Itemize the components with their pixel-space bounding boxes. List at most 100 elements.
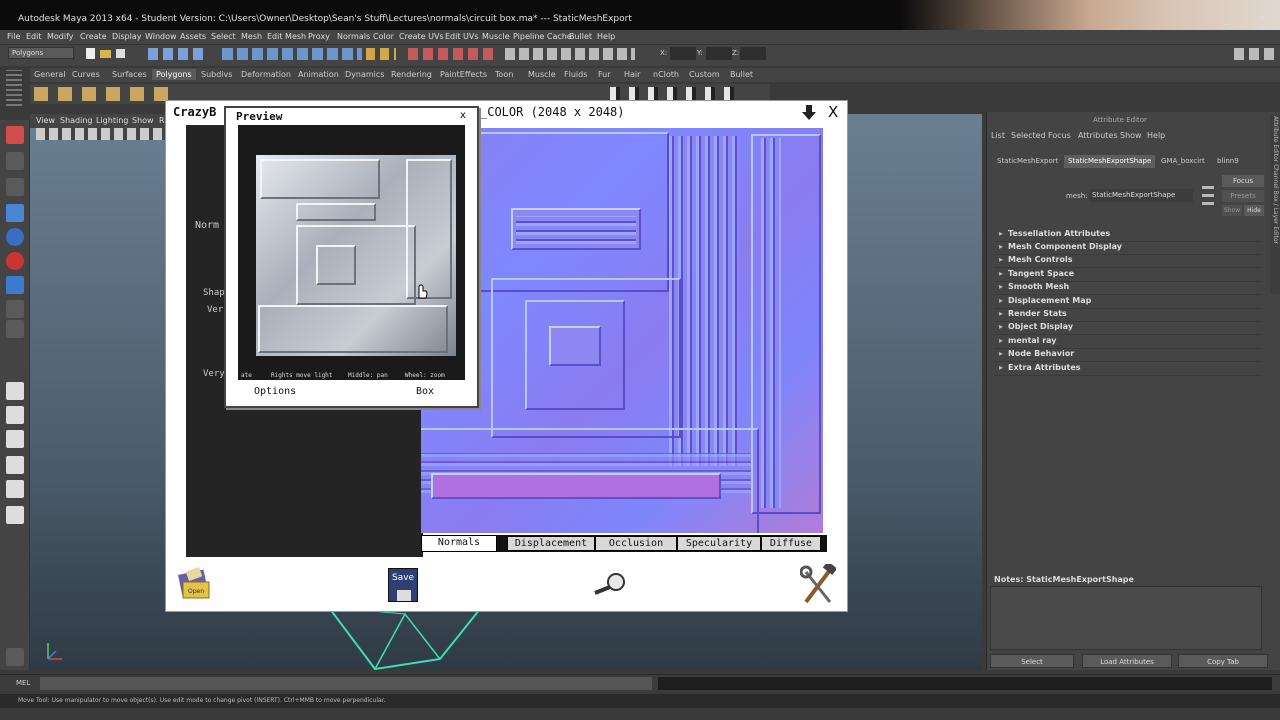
shelf-tab-custom[interactable]: Custom: [685, 69, 724, 80]
menu-edit-uvs[interactable]: Edit UVs: [445, 32, 479, 41]
select-tool-icon[interactable]: [6, 126, 24, 144]
command-input[interactable]: [40, 677, 652, 690]
shelf-tab-fluids[interactable]: Fluids: [560, 69, 591, 80]
ae-tab-gma-boxcirt[interactable]: GMA_boxcirt: [1157, 155, 1209, 168]
shelf-tab-bullet[interactable]: Bullet: [726, 69, 757, 80]
y-field[interactable]: [706, 47, 732, 60]
section-mesh-controls[interactable]: ▸ Mesh Controls: [994, 255, 1262, 268]
load-attributes-button[interactable]: Load Attributes: [1082, 654, 1172, 668]
menu-normals[interactable]: Normals: [337, 32, 370, 41]
tab-displacement[interactable]: Displacement: [507, 536, 595, 551]
notes-field[interactable]: [990, 586, 1262, 650]
menu-edit[interactable]: Edit: [26, 32, 42, 41]
shelf-tab-toon[interactable]: Toon: [491, 69, 517, 80]
shelf-tab-dynamics[interactable]: Dynamics: [341, 69, 388, 80]
close-crazybump-button[interactable]: X: [828, 103, 838, 121]
shelf-tab-animation[interactable]: Animation: [294, 69, 343, 80]
layout-side-icon[interactable]: [6, 430, 24, 448]
last-tool-icon[interactable]: [6, 300, 24, 318]
section-mesh-component-display[interactable]: ▸ Mesh Component Display: [994, 242, 1262, 255]
section-object-display[interactable]: ▸ Object Display: [994, 322, 1262, 335]
mesh-nav-icon[interactable]: [1202, 183, 1214, 205]
manipulator-icon[interactable]: [6, 276, 24, 294]
magnifier-icon[interactable]: [592, 572, 628, 596]
tab-specularity[interactable]: Specularity: [677, 536, 761, 551]
layout-four-icon[interactable]: [6, 406, 24, 424]
settings-icon[interactable]: [6, 648, 24, 666]
menu-color[interactable]: Color: [373, 32, 394, 41]
menu-create-uvs[interactable]: Create UVs: [399, 32, 444, 41]
menu-assets[interactable]: Assets: [180, 32, 206, 41]
preview-options-button[interactable]: Options: [254, 386, 296, 397]
menu-display[interactable]: Display: [112, 32, 142, 41]
menu-mesh[interactable]: Mesh: [241, 32, 262, 41]
scale-tool-icon[interactable]: [6, 252, 24, 270]
tab-normals[interactable]: Normals: [421, 535, 497, 552]
ae-menu-selected[interactable]: Selected: [1011, 131, 1046, 140]
menu-muscle[interactable]: Muscle: [482, 32, 510, 41]
tab-occlusion[interactable]: Occlusion: [595, 536, 677, 551]
layout-outliner-icon[interactable]: [6, 480, 24, 498]
shelf-tab-polygons[interactable]: Polygons: [152, 69, 196, 80]
move-tool-icon[interactable]: [6, 204, 24, 222]
copy-tab-button[interactable]: Copy Tab: [1178, 654, 1268, 668]
ae-menu-help[interactable]: Help: [1147, 131, 1165, 140]
save-button[interactable]: Save: [388, 568, 418, 602]
vp-menu-renderer[interactable]: R: [159, 116, 165, 125]
ae-menu-show[interactable]: Show: [1120, 131, 1142, 140]
mesh-name-field[interactable]: StaticMeshExportShape: [1089, 189, 1193, 202]
section-tangent-space[interactable]: ▸ Tangent Space: [994, 269, 1262, 282]
shelf-tab-rendering[interactable]: Rendering: [387, 69, 436, 80]
menu-help[interactable]: Help: [597, 32, 615, 41]
viewport-icon-bar[interactable]: [36, 128, 166, 140]
new-scene-icon[interactable]: [86, 48, 95, 59]
tab-diffuse[interactable]: Diffuse: [761, 536, 821, 551]
vp-menu-show[interactable]: Show: [132, 116, 154, 125]
menu-proxy[interactable]: Proxy: [308, 32, 330, 41]
menu-modify[interactable]: Modify: [47, 32, 74, 41]
vp-menu-shading[interactable]: Shading: [60, 116, 93, 125]
preview-box-render[interactable]: [256, 155, 456, 356]
menu-select[interactable]: Select: [211, 32, 236, 41]
mode-select[interactable]: Polygons: [8, 47, 74, 59]
save-scene-icon[interactable]: [116, 49, 125, 58]
layout-graph-icon[interactable]: [6, 506, 24, 524]
paint-select-icon[interactable]: [6, 178, 24, 196]
menu-bullet[interactable]: Bullet: [569, 32, 592, 41]
preview-close-button[interactable]: x: [460, 110, 466, 121]
open-scene-icon[interactable]: [100, 50, 111, 58]
normal-map-image[interactable]: [421, 128, 823, 533]
download-arrow-icon[interactable]: [802, 105, 816, 121]
ae-menu-focus[interactable]: Focus: [1048, 131, 1071, 140]
shelf-tab-hair[interactable]: Hair: [620, 69, 644, 80]
section-displacement-map[interactable]: ▸ Displacement Map: [994, 296, 1262, 309]
shelf-menu-icon[interactable]: [6, 70, 22, 106]
ae-menu-list[interactable]: List: [991, 131, 1005, 140]
shelf-tab-ncloth[interactable]: nCloth: [649, 69, 683, 80]
minimize-button[interactable]: _: [1224, 12, 1230, 25]
x-field[interactable]: [670, 47, 696, 60]
shelf-tab-painteffects[interactable]: PaintEffects: [436, 69, 491, 80]
rotate-tool-icon[interactable]: [6, 228, 24, 246]
input-field-icons[interactable]: [505, 48, 635, 60]
select-mask-icons[interactable]: [148, 48, 208, 60]
preview-shape-button[interactable]: Box: [416, 386, 434, 397]
panel-toggle-icons[interactable]: [1234, 48, 1274, 60]
shelf-tab-muscle[interactable]: Muscle: [524, 69, 560, 80]
section-render-stats[interactable]: ▸ Render Stats: [994, 309, 1262, 322]
snap-icons[interactable]: [222, 48, 362, 60]
menu-edit-mesh[interactable]: Edit Mesh: [267, 32, 306, 41]
vp-menu-view[interactable]: View: [36, 116, 55, 125]
layout-stack-icon[interactable]: [6, 456, 24, 474]
close-window-button[interactable]: ×: [1258, 12, 1267, 25]
ae-tab-staticmeshexport[interactable]: StaticMeshExport: [993, 155, 1062, 168]
vp-menu-lighting[interactable]: Lighting: [96, 116, 128, 125]
section-smooth-mesh[interactable]: ▸ Smooth Mesh: [994, 282, 1262, 295]
select-button[interactable]: Select: [990, 654, 1074, 668]
section-mental-ray[interactable]: ▸ mental ray: [994, 336, 1262, 349]
ae-menu-attributes[interactable]: Attributes: [1078, 131, 1118, 140]
layout-single-icon[interactable]: [6, 382, 24, 400]
shelf-tab-surfaces[interactable]: Surfaces: [108, 69, 151, 80]
lasso-tool-icon[interactable]: [6, 152, 24, 170]
shelf-tab-subdivs[interactable]: Subdivs: [197, 69, 236, 80]
